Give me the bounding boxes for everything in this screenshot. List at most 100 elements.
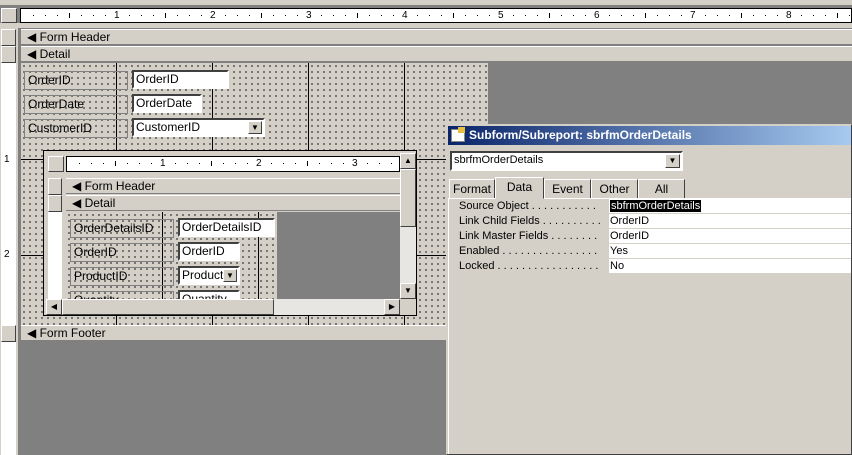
- detail-section-selector[interactable]: [1, 46, 16, 63]
- vertical-ruler[interactable]: 1: [1, 63, 16, 179]
- subform-header-label: Form Header: [84, 179, 156, 193]
- vertical-scroll-thumb[interactable]: [400, 169, 416, 227]
- property-value[interactable]: No: [609, 259, 851, 273]
- label-orderdate[interactable]: OrderDate: [24, 95, 128, 114]
- subform-ruler-number-1: 1: [160, 158, 166, 169]
- textbox-orderdate[interactable]: OrderDate: [132, 94, 202, 113]
- vertical-ruler-footer: [1, 342, 16, 455]
- ruler-tick: [645, 13, 646, 18]
- property-grid: Source Object . . . . . . . . . . . sbfrm…: [448, 198, 851, 454]
- form-selector[interactable]: [1, 8, 17, 23]
- property-row-locked[interactable]: Locked . . . . . . . . . . . . . . . . .…: [449, 259, 851, 274]
- tab-all[interactable]: All: [638, 179, 685, 199]
- sub-label-productid[interactable]: ProductID: [70, 267, 174, 286]
- sub-label-orderid[interactable]: OrderID: [70, 243, 174, 262]
- header-section-selector[interactable]: [1, 29, 16, 46]
- ruler-tick: [825, 15, 826, 16]
- ruler-tick: [525, 15, 526, 16]
- tab-other[interactable]: Other: [591, 179, 638, 199]
- ruler-tick: [105, 15, 106, 16]
- property-row-enabled[interactable]: Enabled . . . . . . . . . . . . . . . . Y…: [449, 244, 851, 259]
- scroll-right-icon[interactable]: ▶: [384, 299, 400, 315]
- vertical-ruler-lower[interactable]: 2: [1, 179, 16, 325]
- tab-format[interactable]: Format: [449, 179, 495, 199]
- sub-combobox-productid[interactable]: ProductI ▼: [178, 266, 240, 285]
- subform-form-selector[interactable]: [48, 156, 64, 172]
- dropdown-arrow-icon[interactable]: ▼: [223, 269, 237, 282]
- tab-event[interactable]: Event: [544, 179, 591, 199]
- horizontal-scroll-thumb[interactable]: [62, 299, 274, 315]
- ruler-tick: [717, 15, 718, 16]
- textbox-orderid[interactable]: OrderID: [132, 70, 229, 89]
- subform-detail-bar[interactable]: ◀ Detail: [66, 195, 400, 211]
- ruler-tick: [81, 15, 82, 16]
- subform-ruler-number-3: 3: [352, 158, 358, 169]
- ruler-tick: [369, 15, 370, 16]
- subform-header-bar[interactable]: ◀ Form Header: [66, 178, 400, 194]
- sub-label-quantity[interactable]: Quantity: [70, 291, 174, 299]
- subform-horizontal-scrollbar[interactable]: ◀ ▶: [46, 299, 400, 315]
- ruler-tick: [453, 13, 454, 18]
- scroll-left-icon[interactable]: ◀: [46, 299, 62, 315]
- property-row-source-object[interactable]: Source Object . . . . . . . . . . . sbfrm…: [449, 199, 851, 214]
- subform-ruler-tick: [175, 163, 176, 164]
- subform-ruler-tick: [115, 161, 116, 166]
- ruler-tick: [621, 15, 622, 16]
- ruler-tick: [609, 15, 610, 16]
- subform-detail-grid[interactable]: OrderDetailsID OrderDetailsID OrderID Or…: [66, 212, 277, 299]
- ruler-tick: [513, 15, 514, 16]
- dropdown-arrow-icon[interactable]: ▼: [665, 154, 680, 168]
- property-sheet-title: Subform/Subreport: sbrfmOrderDetails: [469, 128, 692, 142]
- subform-ruler-tick: [91, 163, 92, 164]
- scroll-down-icon[interactable]: ▼: [400, 283, 416, 299]
- dropdown-arrow-icon[interactable]: ▼: [248, 121, 262, 134]
- ruler-tick: [441, 15, 442, 16]
- subform-ruler-number-2: 2: [256, 158, 262, 169]
- subform-ruler-tick: [199, 163, 200, 164]
- property-row-link-master-fields[interactable]: Link Master Fields . . . . . . . . OrderI…: [449, 229, 851, 244]
- detail-bar[interactable]: ◀ Detail: [21, 46, 852, 62]
- property-value[interactable]: Yes: [609, 244, 851, 258]
- object-selector-combobox[interactable]: sbrfmOrderDetails ▼: [450, 151, 683, 171]
- subform-header-selector[interactable]: [48, 178, 62, 195]
- subform-ruler-tick: [79, 163, 80, 164]
- ruler-number-6: 6: [594, 10, 600, 21]
- ruler-tick: [141, 15, 142, 16]
- subform-ruler-tick: [235, 163, 236, 164]
- tab-data[interactable]: Data: [495, 177, 544, 199]
- combobox-customerid[interactable]: CustomerID ▼: [132, 118, 265, 137]
- property-sheet-title-bar[interactable]: Subform/Subreport: sbrfmOrderDetails: [448, 126, 851, 145]
- ruler-tick: [321, 15, 322, 16]
- ruler-tick: [93, 15, 94, 16]
- ruler-tick: [729, 15, 730, 16]
- sub-label-orderdetailsid[interactable]: OrderDetailsID: [70, 219, 174, 238]
- ruler-tick: [657, 15, 658, 16]
- ruler-tick: [561, 15, 562, 16]
- label-customerid[interactable]: CustomerID: [24, 119, 128, 138]
- subform-ruler-tick: [139, 163, 140, 164]
- subform-ruler-tick: [307, 161, 308, 166]
- property-value[interactable]: OrderID: [609, 214, 851, 228]
- scroll-up-icon[interactable]: ▲: [400, 153, 416, 169]
- subform-ruler[interactable]: 1 2 3: [66, 156, 400, 172]
- label-orderid[interactable]: OrderID: [24, 71, 128, 90]
- property-value[interactable]: sbfrmOrderDetails: [609, 199, 851, 213]
- subform-ruler-tick: [103, 163, 104, 164]
- ruler-tick: [633, 15, 634, 16]
- subform-ruler-tick: [331, 163, 332, 164]
- property-value[interactable]: OrderID: [609, 229, 851, 243]
- subform-vertical-scrollbar[interactable]: ▲ ▼: [400, 153, 416, 299]
- ruler-tick: [477, 15, 478, 16]
- form-header-bar[interactable]: ◀ Form Header: [21, 29, 852, 45]
- ruler-tick: [777, 15, 778, 16]
- footer-section-selector[interactable]: [1, 325, 16, 342]
- ruler-tick: [249, 15, 250, 16]
- subform-detail-selector[interactable]: [48, 195, 62, 212]
- sub-textbox-orderid[interactable]: OrderID: [178, 242, 240, 261]
- sub-textbox-orderdetailsid[interactable]: OrderDetailsID: [178, 218, 275, 237]
- property-row-link-child-fields[interactable]: Link Child Fields . . . . . . . . . . Ord…: [449, 214, 851, 229]
- section-arrow-icon: ◀: [72, 179, 82, 193]
- horizontal-ruler[interactable]: 1 2 3 4 5 6 7 8: [20, 8, 852, 23]
- sub-textbox-quantity[interactable]: Quantity: [178, 290, 240, 299]
- subform-control[interactable]: 1 2 3 ◀ Form Header ◀ Detail OrderDetailsI…: [43, 150, 417, 316]
